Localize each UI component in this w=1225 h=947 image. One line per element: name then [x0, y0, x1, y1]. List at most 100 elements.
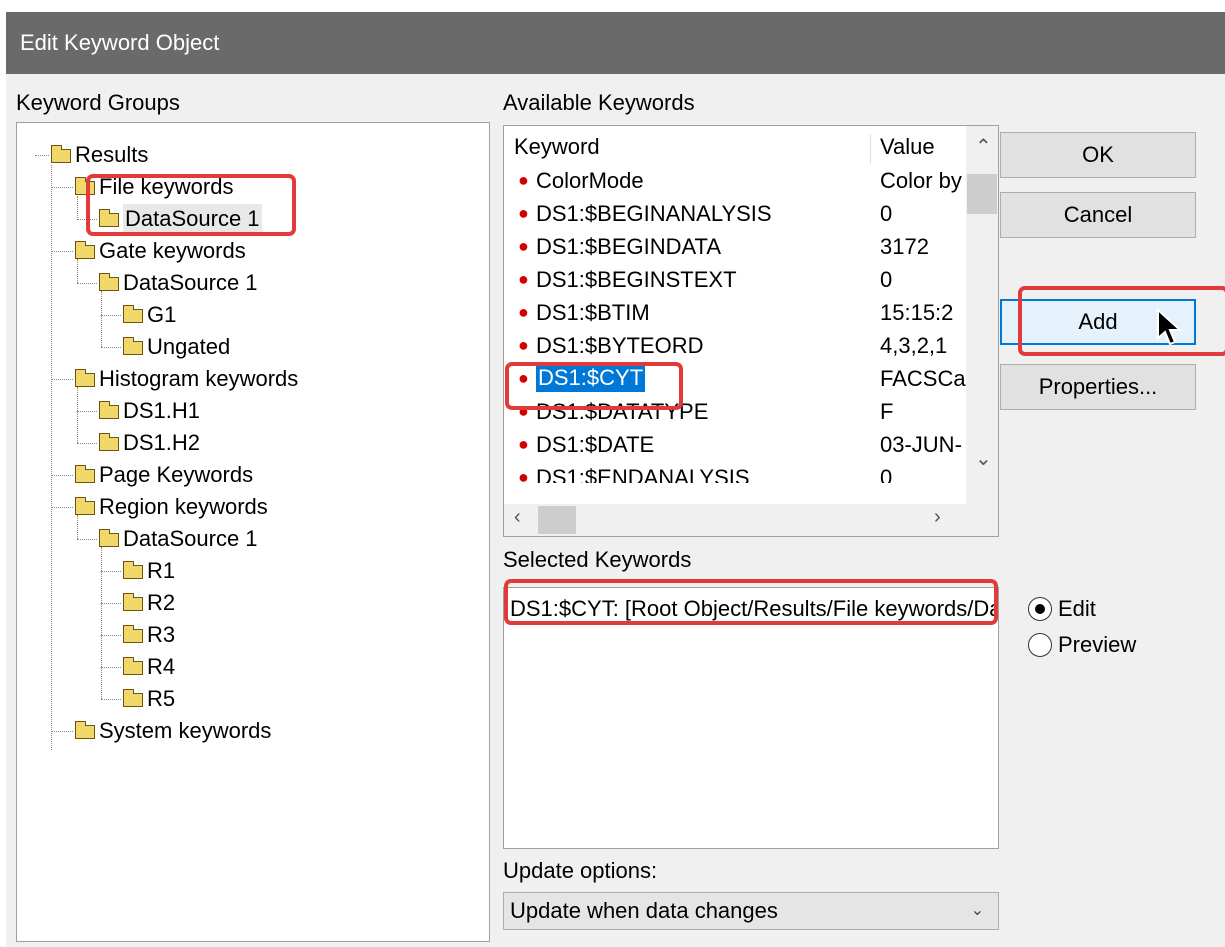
tree-line — [101, 347, 121, 348]
tree-line — [77, 283, 97, 284]
tree-item-r3[interactable]: R3 — [123, 620, 175, 650]
tree-item-label: R3 — [147, 622, 176, 647]
folder-icon — [75, 465, 95, 483]
keyword-name: DS1:$BTIM — [536, 300, 650, 325]
bullet-icon: ● — [518, 170, 529, 190]
folder-icon — [75, 241, 95, 259]
keyword-row[interactable]: ● DS1:$BEGINDATA 3172 — [504, 230, 966, 263]
tree-line — [51, 379, 73, 380]
vertical-scroll-thumb[interactable] — [967, 174, 997, 214]
preview-radio-label: Preview — [1058, 632, 1137, 657]
keyword-value: Color by — [880, 168, 962, 193]
available-keywords-label: Available Keywords — [503, 90, 695, 115]
tree-line — [101, 315, 121, 316]
keyword-row[interactable]: ● DS1:$ENDANALYSIS 0 — [504, 461, 966, 483]
keyword-name: ColorMode — [536, 168, 644, 193]
selected-keywords-label: Selected Keywords — [503, 547, 692, 572]
scroll-right-icon[interactable]: › — [934, 506, 941, 529]
scroll-up-icon[interactable]: ⌃ — [975, 134, 992, 159]
vertical-scrollbar[interactable]: ⌃ ⌄ — [966, 126, 998, 504]
tree-item-system-keywords[interactable]: System keywords — [75, 716, 271, 746]
keyword-value: 0 — [880, 465, 893, 483]
tree-item-r5[interactable]: R5 — [123, 684, 175, 714]
tree-line — [51, 251, 73, 252]
bullet-icon: ● — [518, 203, 529, 223]
folder-icon — [123, 657, 143, 675]
tree-item-results[interactable]: Results — [51, 140, 148, 170]
chevron-down-icon: ⌄ — [970, 902, 984, 919]
tree-line — [101, 699, 121, 700]
keyword-name: DS1:$DATE — [536, 432, 655, 457]
available-keywords-list[interactable]: Keyword Value ● ColorMode Color by ● DS1:$B… — [503, 125, 999, 537]
keyword-name: DS1:$BEGINDATA — [536, 234, 722, 259]
keyword-name: DS1:$ENDANALYSIS — [536, 465, 750, 483]
tree-item-label: DataSource 1 — [123, 526, 258, 551]
list-header: Keyword Value — [504, 134, 966, 164]
keyword-value: 3172 — [880, 234, 929, 259]
tree-item-label: R2 — [147, 590, 176, 615]
keyword-value: 0 — [880, 267, 893, 292]
horizontal-scrollbar[interactable]: ‹ › — [504, 504, 998, 536]
tree-item-r2[interactable]: R2 — [123, 588, 175, 618]
radio-selected-icon — [1028, 597, 1052, 621]
tree-item-histogram-keywords[interactable]: Histogram keywords — [75, 364, 298, 394]
tree-line — [101, 603, 121, 604]
folder-icon — [123, 337, 143, 355]
tree-line — [101, 291, 102, 347]
tree-item-label: Results — [75, 142, 149, 167]
tree-line — [51, 475, 73, 476]
tree-item-ds1-h1[interactable]: DS1.H1 — [99, 396, 200, 426]
horizontal-scroll-thumb[interactable] — [538, 506, 576, 534]
tree-item-region-datasource-1[interactable]: DataSource 1 — [99, 524, 258, 554]
keyword-groups-tree[interactable]: Results File keywords DataSource 1 Gate … — [16, 122, 490, 942]
tree-item-ds1-h2[interactable]: DS1.H2 — [99, 428, 200, 458]
value-column-header[interactable]: Value — [880, 134, 966, 160]
selected-keywords-box[interactable]: DS1:$CYT: [Root Object/Results/File keyw… — [503, 587, 999, 849]
keyword-row[interactable]: ● ColorMode Color by — [504, 164, 966, 197]
folder-icon — [51, 145, 71, 163]
update-options-value: Update when data changes — [510, 898, 778, 923]
keyword-column-header[interactable]: Keyword — [514, 134, 600, 160]
update-options-dropdown[interactable]: Update when data changes ⌄ — [503, 892, 999, 930]
tree-item-page-keywords[interactable]: Page Keywords — [75, 460, 253, 490]
tree-item-label: Region keywords — [99, 494, 268, 519]
bullet-icon: ● — [518, 434, 529, 454]
bullet-icon: ● — [518, 269, 529, 289]
tree-item-region-keywords[interactable]: Region keywords — [75, 492, 268, 522]
tree-item-r4[interactable]: R4 — [123, 652, 175, 682]
tree-item-label: R5 — [147, 686, 176, 711]
tree-line — [51, 165, 52, 750]
keyword-row[interactable]: ● DS1:$BYTEORD 4,3,2,1 — [504, 329, 966, 362]
keyword-row[interactable]: ● DS1:$DATE 03-JUN- — [504, 428, 966, 461]
tree-item-label: R1 — [147, 558, 176, 583]
keyword-row[interactable]: ● DS1:$BEGINSTEXT 0 — [504, 263, 966, 296]
tree-item-gate-datasource-1[interactable]: DataSource 1 — [99, 268, 258, 298]
tree-line — [51, 731, 73, 732]
tree-item-g1[interactable]: G1 — [123, 300, 176, 330]
tree-line — [35, 155, 49, 156]
scroll-left-icon[interactable]: ‹ — [514, 506, 521, 529]
highlight-annotation — [1018, 286, 1225, 356]
cancel-button[interactable]: Cancel — [1000, 192, 1196, 238]
preview-radio[interactable]: Preview — [1028, 632, 1136, 658]
tree-item-label: Gate keywords — [99, 238, 246, 263]
folder-icon — [123, 561, 143, 579]
keyword-row[interactable]: ● DS1:$BEGINANALYSIS 0 — [504, 197, 966, 230]
tree-item-gate-keywords[interactable]: Gate keywords — [75, 236, 246, 266]
tree-item-label: R4 — [147, 654, 176, 679]
keyword-value: 15:15:2 — [880, 300, 954, 325]
tree-item-ungated[interactable]: Ungated — [123, 332, 230, 362]
properties-button[interactable]: Properties... — [1000, 364, 1196, 410]
tree-item-label: Histogram keywords — [99, 366, 299, 391]
tree-line — [101, 635, 121, 636]
scroll-down-icon[interactable]: ⌄ — [975, 446, 992, 471]
keyword-row[interactable]: ● DS1:$BTIM 15:15:2 — [504, 296, 966, 329]
folder-icon — [75, 369, 95, 387]
tree-item-label: Page Keywords — [99, 462, 254, 487]
column-divider — [870, 134, 871, 164]
highlight-annotation — [505, 362, 683, 410]
ok-button[interactable]: OK — [1000, 132, 1196, 178]
tree-item-r1[interactable]: R1 — [123, 556, 175, 586]
edit-radio[interactable]: Edit — [1028, 596, 1096, 622]
tree-line — [51, 507, 73, 508]
